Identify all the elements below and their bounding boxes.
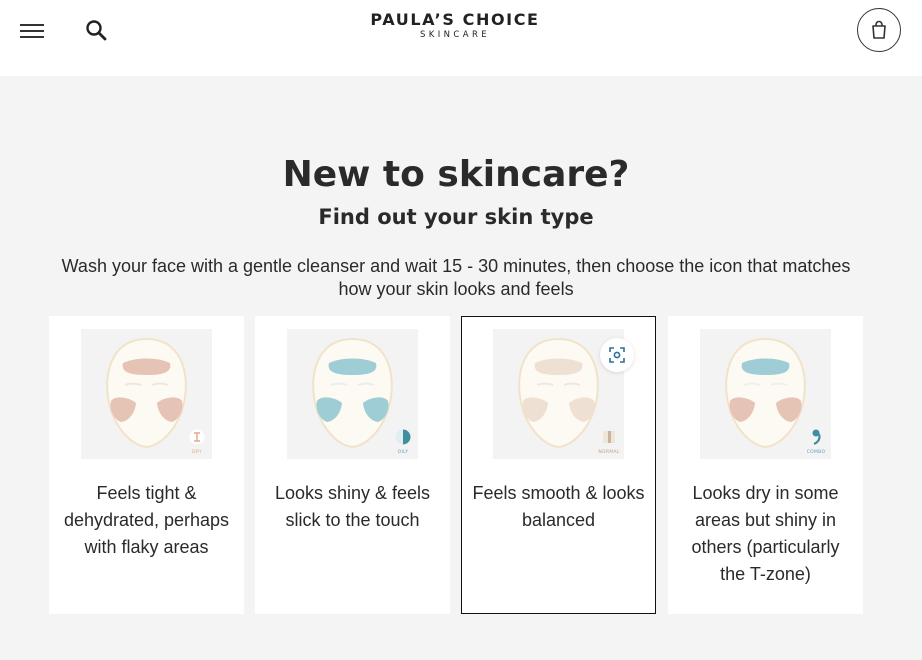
badge-normal: NORMAL <box>598 449 619 455</box>
skin-type-card-combo[interactable]: COMBO Looks dry in some areas but shiny … <box>668 316 863 614</box>
zoom-focus-icon[interactable] <box>600 338 634 372</box>
logo-main-text: PAULA’S CHOICE <box>370 10 540 29</box>
badge-dry: DRY <box>192 449 202 455</box>
combo-face-illustration: COMBO <box>700 329 831 459</box>
dry-face-illustration: DRY <box>81 329 212 459</box>
skin-type-card-oily[interactable]: OILY Looks shiny & feels slick to the to… <box>255 316 450 614</box>
site-header: PAULA’S CHOICE SKINCARE <box>0 0 922 76</box>
shopping-bag-icon[interactable] <box>857 8 901 52</box>
oily-face-illustration: OILY <box>287 329 418 459</box>
page-title: New to skincare? <box>282 154 630 195</box>
skin-type-label: Feels tight & dehydrated, perhaps with f… <box>63 483 230 557</box>
brand-logo[interactable]: PAULA’S CHOICE SKINCARE <box>340 10 570 40</box>
instructions-text: Wash your face with a gentle cleanser an… <box>61 256 851 299</box>
menu-icon[interactable] <box>20 22 46 40</box>
search-icon[interactable] <box>84 18 110 44</box>
page-subtitle: Find out your skin type <box>318 205 594 229</box>
logo-sub-text: SKINCARE <box>419 30 491 40</box>
skin-type-card-dry[interactable]: DRY Feels tight & dehydrated, perhaps wi… <box>49 316 244 614</box>
skin-type-card-normal[interactable]: NORMAL Feels smooth & looks balanced <box>461 316 656 614</box>
badge-combo: COMBO <box>807 449 826 455</box>
skin-type-label: Looks dry in some areas but shiny in oth… <box>691 483 840 584</box>
skin-type-label: Looks shiny & feels slick to the touch <box>274 483 431 530</box>
badge-oily: OILY <box>398 449 409 455</box>
skin-type-label: Feels smooth & looks balanced <box>472 483 645 530</box>
